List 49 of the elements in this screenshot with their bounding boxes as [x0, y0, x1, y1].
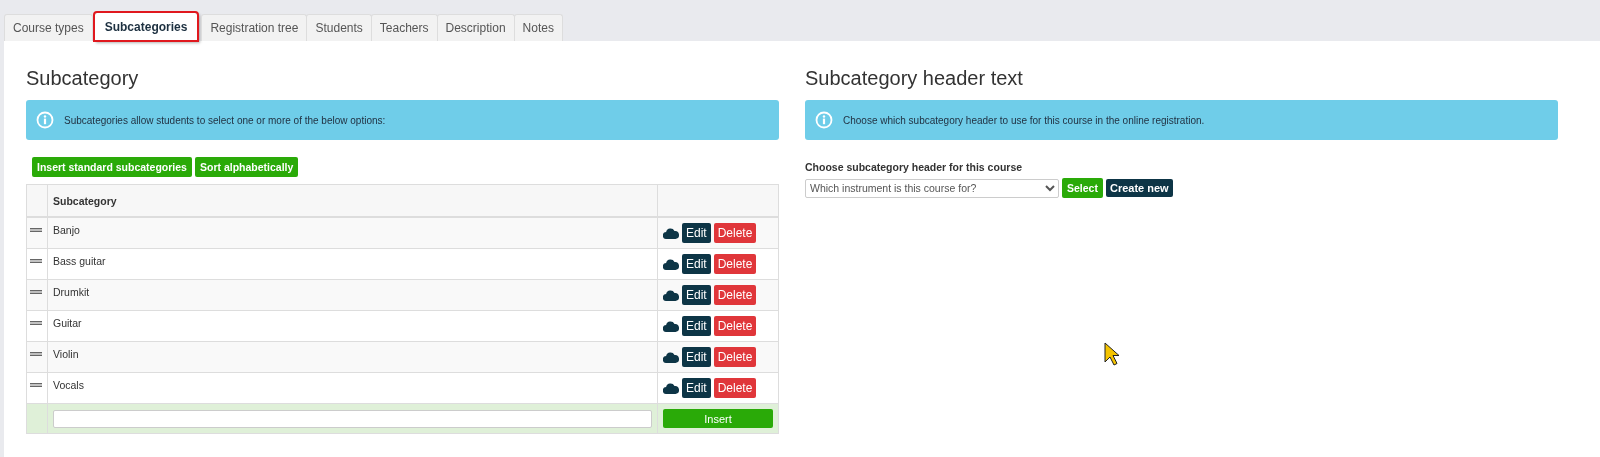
delete-button[interactable]: Delete	[713, 223, 757, 243]
info-icon	[815, 111, 833, 129]
delete-button[interactable]: Delete	[713, 254, 757, 274]
section-title: Subcategory	[26, 67, 140, 90]
edit-button[interactable]: Edit	[682, 285, 711, 305]
tab[interactable]: Description	[436, 14, 515, 41]
tab[interactable]: Notes	[513, 14, 563, 41]
delete-button[interactable]: Delete	[713, 285, 757, 305]
drag-handle-icon[interactable]	[30, 228, 42, 232]
info-text: Choose which subcategory header to use for this course in the online registration.	[843, 114, 1205, 126]
section-title: Subcategory header text	[805, 67, 1024, 90]
create-button[interactable]: Create new	[1105, 179, 1173, 197]
tab[interactable]: Registration tree	[201, 14, 308, 41]
cloud-icon[interactable]	[663, 289, 679, 301]
info-icon	[36, 111, 54, 129]
delete-button[interactable]: Delete	[713, 347, 757, 367]
tab[interactable]: Subcategories	[93, 12, 199, 41]
table-cell: Banjo	[53, 224, 80, 236]
edit-button[interactable]: Edit	[682, 347, 711, 367]
table-cell: Drumkit	[53, 286, 90, 298]
table-cell: Violin	[53, 348, 79, 360]
edit-button[interactable]: Edit	[682, 316, 711, 336]
cloud-icon[interactable]	[663, 351, 679, 363]
info-text: Subcategories allow students to select one or more of the below options:	[64, 114, 386, 126]
delete-button[interactable]: Delete	[713, 378, 757, 398]
drag-handle-icon[interactable]	[30, 290, 42, 294]
cloud-icon[interactable]	[663, 320, 679, 332]
field-label: Choose subcategory header for this course	[805, 161, 1024, 173]
cursor-icon	[1104, 342, 1120, 366]
drag-handle-icon[interactable]	[30, 352, 42, 356]
tab[interactable]: Course types	[4, 14, 93, 41]
cloud-icon[interactable]	[663, 227, 679, 239]
drag-handle-icon[interactable]	[30, 383, 42, 387]
table-cell: Bass guitar	[53, 255, 106, 267]
tab[interactable]: Teachers	[370, 14, 438, 41]
edit-button[interactable]: Edit	[682, 378, 711, 398]
cloud-icon[interactable]	[663, 382, 679, 394]
tab[interactable]: Students	[306, 14, 372, 41]
delete-button[interactable]: Delete	[713, 316, 757, 336]
column-header: Subcategory	[47, 184, 658, 217]
table-cell: Vocals	[53, 379, 84, 391]
cloud-icon[interactable]	[663, 258, 679, 270]
header-dropdown[interactable]: Which instrument is this course for?	[805, 178, 1059, 198]
table-cell: Guitar	[53, 317, 82, 329]
edit-button[interactable]: Edit	[682, 254, 711, 274]
drag-handle-icon[interactable]	[30, 259, 42, 263]
drag-handle-icon[interactable]	[30, 321, 42, 325]
edit-button[interactable]: Edit	[682, 223, 711, 243]
input-field[interactable]	[53, 409, 652, 428]
